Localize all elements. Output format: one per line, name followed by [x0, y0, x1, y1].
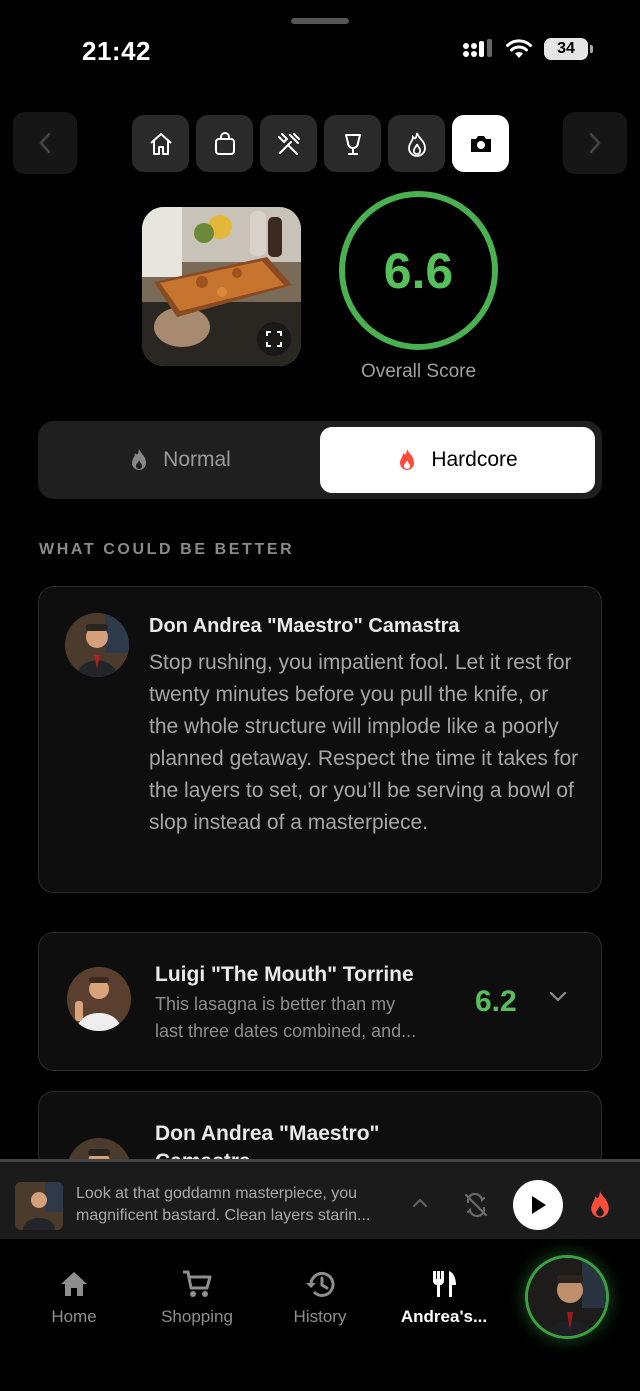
tab-label: History — [293, 1307, 347, 1326]
reviewer-avatar — [65, 613, 129, 677]
mode-normal-option[interactable]: Normal — [44, 427, 316, 493]
review-snippet: This lasagna is better than my last thre… — [155, 991, 455, 1045]
tools-icon — [277, 132, 300, 155]
tab-label: Shopping — [161, 1307, 233, 1326]
play-icon — [532, 1196, 546, 1214]
review-snippet-line: This lasagna is better than my — [155, 994, 396, 1014]
flame-icon — [407, 132, 426, 157]
overall-score-ring: 6.6 — [339, 191, 498, 350]
home-icon — [149, 132, 172, 155]
category-cocktail[interactable] — [324, 115, 381, 172]
next-button[interactable] — [563, 112, 627, 174]
mafia-chef-avatar — [528, 1258, 606, 1336]
review-score: 6.2 — [475, 985, 517, 1018]
status-icons: 34 — [462, 38, 593, 60]
cocktail-icon — [344, 133, 361, 155]
tab-label: Andrea's... — [400, 1307, 488, 1326]
home-icon — [61, 1272, 87, 1296]
reviewer-name: Luigi "The Mouth" Torrine — [155, 963, 414, 986]
now-playing-line: Look at that goddamn masterpiece, you — [76, 1185, 358, 1202]
sheet-grabber[interactable] — [291, 18, 349, 24]
now-playing-text: Look at that goddamn masterpiece, you ma… — [76, 1183, 404, 1227]
mafia-chef-avatar — [15, 1182, 63, 1230]
category-camera[interactable] — [452, 115, 509, 172]
camera-icon — [470, 135, 491, 152]
section-title: WHAT COULD BE BETTER — [39, 541, 295, 558]
mode-normal-label: Normal — [163, 448, 231, 471]
category-flame[interactable] — [388, 115, 445, 172]
chevron-down-icon[interactable] — [549, 991, 567, 1003]
battery-indicator: 34 — [544, 38, 593, 60]
tab-chef[interactable]: Andrea's... — [389, 1269, 499, 1327]
status-time: 21:42 — [82, 36, 151, 66]
review-snippet-line: last three dates combined, and... — [155, 1021, 417, 1041]
reviewer-name: Don Andrea "Maestro" Camastra — [149, 615, 460, 637]
now-playing-thumbnail — [15, 1182, 63, 1230]
previous-button[interactable] — [13, 112, 77, 174]
repeat-off-icon[interactable] — [463, 1192, 489, 1218]
signal-icon — [463, 39, 492, 57]
mode-hardcore-option[interactable]: Hardcore — [320, 427, 595, 493]
dish-photo[interactable] — [142, 207, 301, 366]
now-playing-bar[interactable]: Look at that goddamn masterpiece, you ma… — [0, 1159, 640, 1239]
flame-icon — [400, 449, 415, 470]
mode-hardcore-label: Hardcore — [431, 448, 518, 471]
overall-score-value: 6.6 — [383, 242, 454, 299]
category-bag[interactable] — [196, 115, 253, 172]
cart-icon — [183, 1270, 212, 1297]
tab-history[interactable]: History — [265, 1269, 375, 1327]
chevron-left-icon — [39, 132, 51, 154]
category-tools[interactable] — [260, 115, 317, 172]
now-playing-line: magnificent bastard. Clean layers starin… — [76, 1207, 371, 1224]
flame-outline-icon — [132, 449, 147, 470]
tab-shopping[interactable]: Shopping — [142, 1269, 252, 1327]
review-card: Don Andrea "Maestro" Camastra Stop rushi… — [38, 586, 602, 893]
fork-knife-icon — [433, 1271, 456, 1297]
category-bar — [132, 115, 509, 172]
reviewer-avatar — [67, 967, 131, 1031]
bag-icon — [214, 131, 235, 155]
history-icon — [306, 1271, 335, 1297]
review-text: Stop rushing, you impatient fool. Let it… — [149, 651, 579, 834]
flame-icon[interactable] — [587, 1190, 613, 1220]
chevron-up-icon[interactable] — [411, 1196, 429, 1208]
chef-avatar — [67, 967, 131, 1031]
tab-home[interactable]: Home — [19, 1269, 129, 1327]
mafia-chef-avatar — [65, 613, 129, 677]
tab-label: Home — [51, 1307, 97, 1326]
active-chef-avatar[interactable] — [525, 1255, 609, 1339]
review-card-collapsed[interactable]: Luigi "The Mouth" Torrine This lasagna i… — [38, 932, 602, 1071]
tab-bar: Home Shopping History Andrea's... — [0, 1239, 640, 1391]
mode-toggle: Normal Hardcore — [38, 421, 602, 499]
overall-score-label: Overall Score — [360, 361, 477, 382]
wifi-icon — [506, 39, 532, 58]
category-home[interactable] — [132, 115, 189, 172]
play-button[interactable] — [513, 1180, 563, 1230]
expand-photo-button[interactable] — [257, 322, 291, 356]
expand-icon — [266, 331, 282, 347]
chevron-right-icon — [589, 132, 601, 154]
